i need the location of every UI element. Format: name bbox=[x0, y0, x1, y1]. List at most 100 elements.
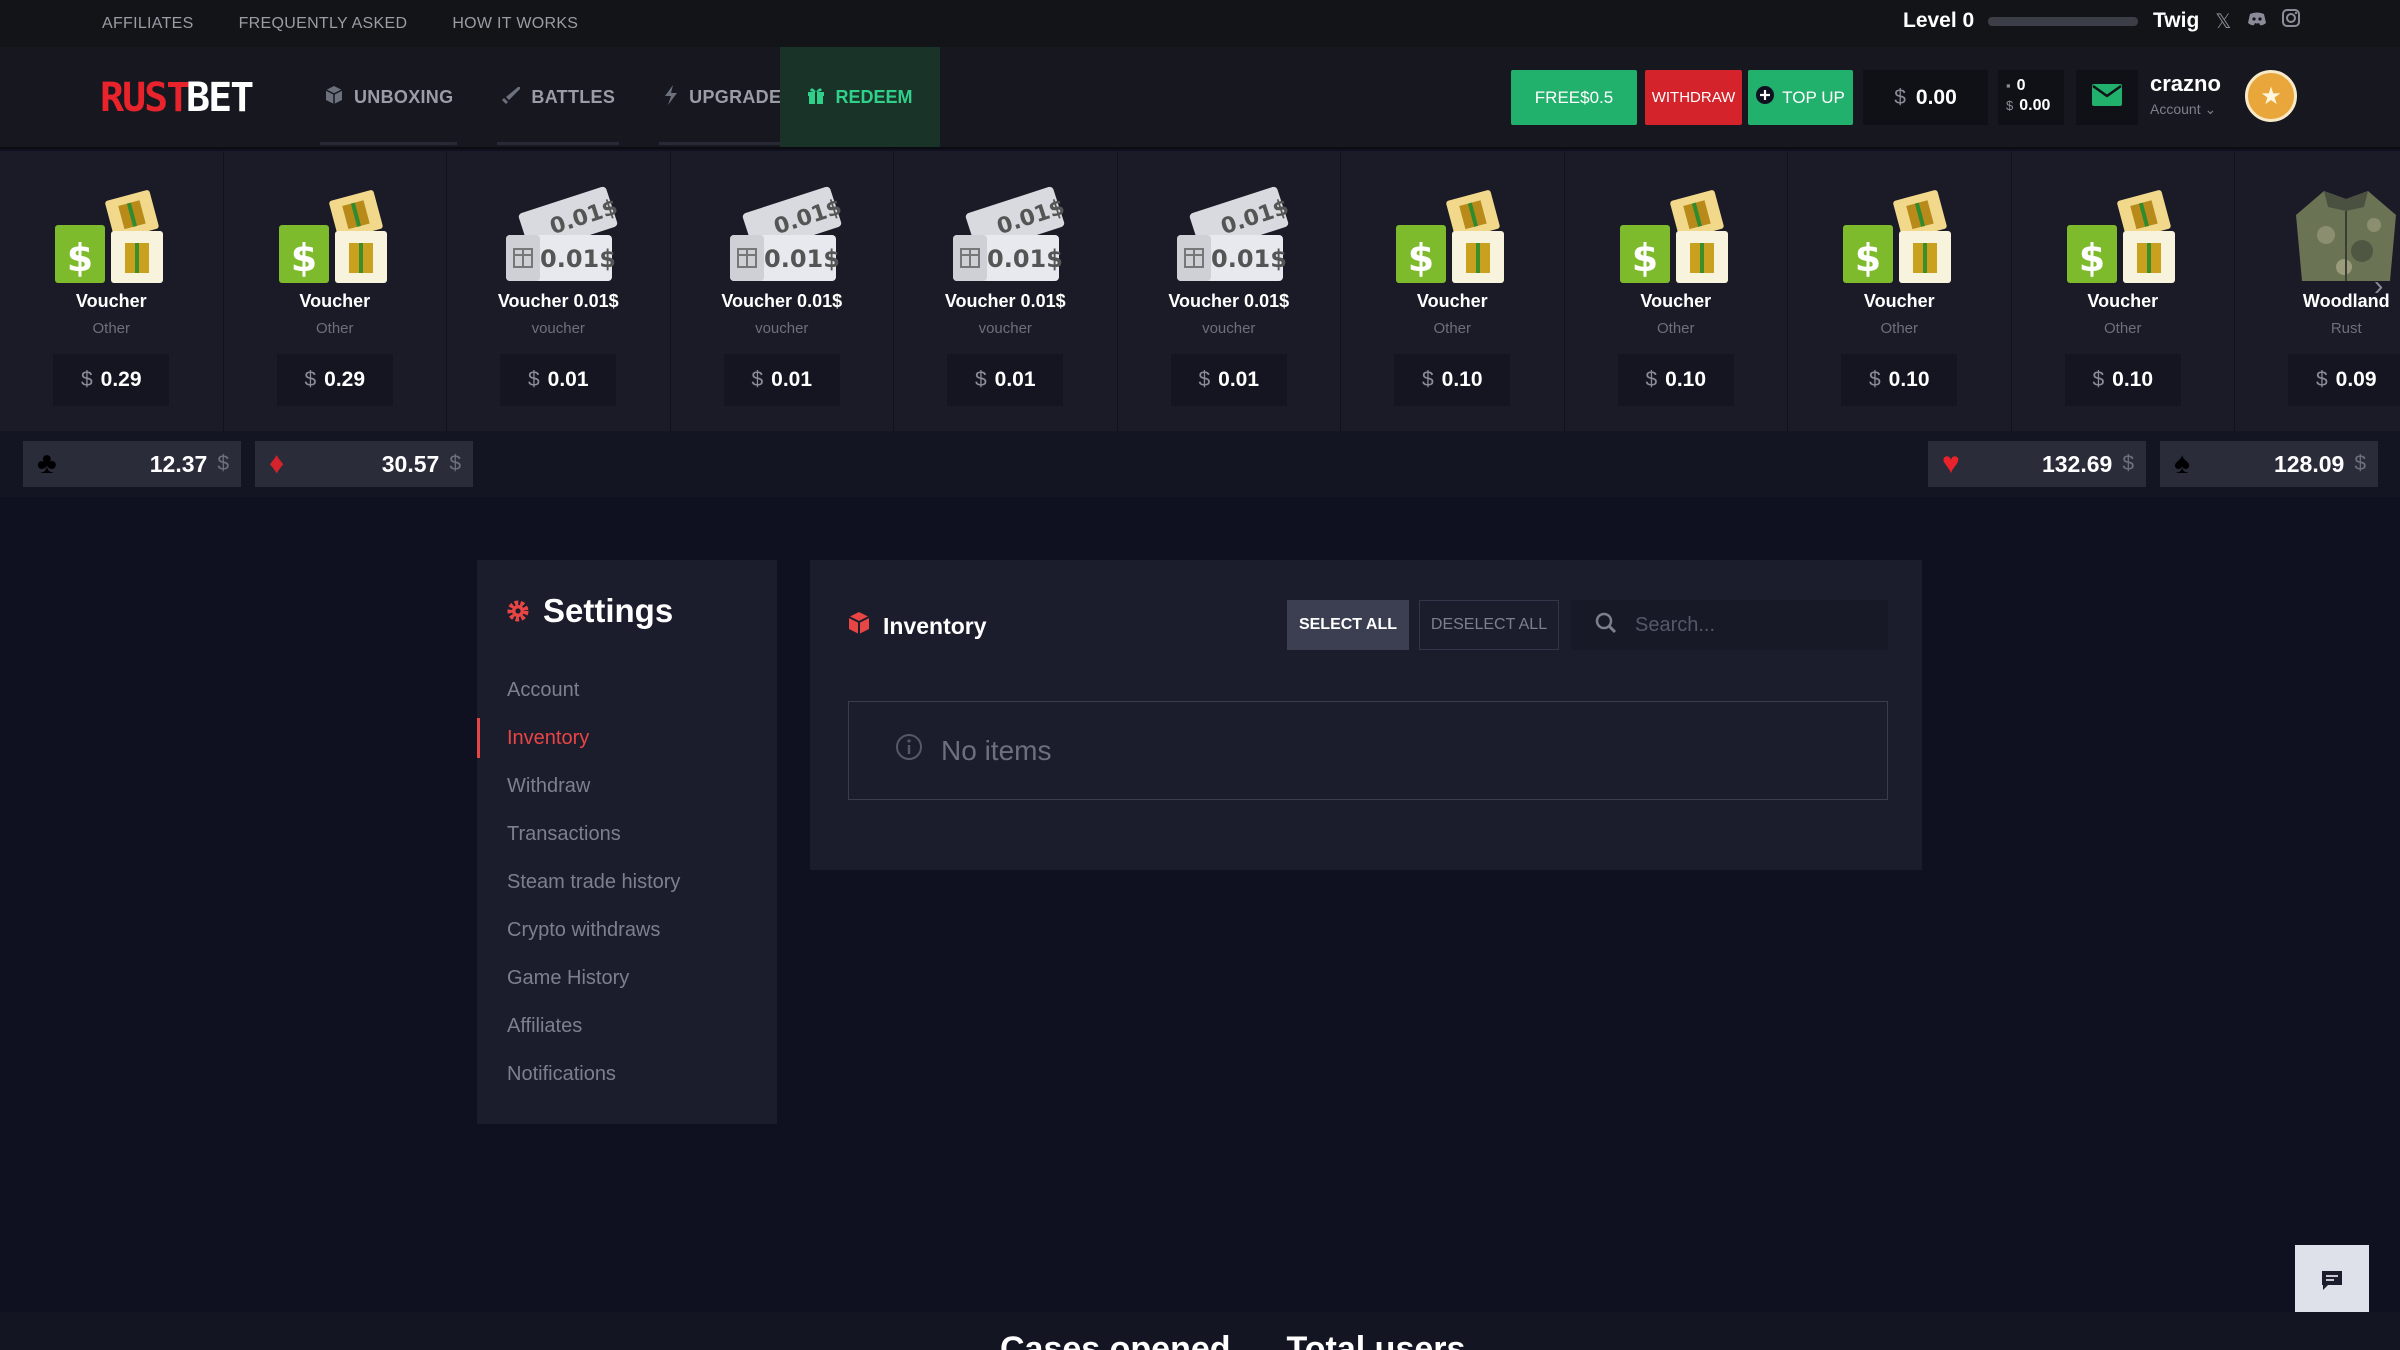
instagram-icon[interactable] bbox=[2281, 8, 2301, 34]
svg-text:$: $ bbox=[1855, 236, 1881, 280]
menu-item-crypto-withdraws[interactable]: Crypto withdraws bbox=[477, 906, 777, 954]
drop-card[interactable]: 0.01$ 0.01$ Voucher 0.01$ voucher $0.01 bbox=[1117, 151, 1341, 431]
dollar-icon: $ bbox=[2006, 98, 2014, 113]
svg-text:0.01$: 0.01$ bbox=[540, 245, 616, 273]
withdraw-button[interactable]: WITHDRAW bbox=[1645, 70, 1742, 125]
level-label: Level 0 bbox=[1903, 9, 1975, 32]
top-strip: AFFILIATES FREQUENTLY ASKED HOW IT WORKS… bbox=[0, 0, 2400, 47]
chat-button[interactable] bbox=[2295, 1245, 2369, 1319]
drop-card[interactable]: 0.01$ 0.01$ Voucher 0.01$ voucher $0.01 bbox=[670, 151, 894, 431]
faq-link[interactable]: FREQUENTLY ASKED bbox=[239, 15, 408, 33]
svg-text:0.01$: 0.01$ bbox=[764, 245, 840, 273]
drop-price-currency: $ bbox=[1421, 368, 1434, 391]
how-it-works-link[interactable]: HOW IT WORKS bbox=[452, 15, 578, 33]
suit-currency: $ bbox=[217, 452, 229, 475]
drop-price-currency: $ bbox=[1645, 368, 1658, 391]
menu-item-affiliates[interactable]: Affiliates bbox=[477, 1002, 777, 1050]
drop-name: Voucher bbox=[1863, 291, 1935, 311]
balance-currency: $ bbox=[1894, 85, 1906, 109]
diamond-icon: ♦ bbox=[269, 447, 285, 480]
nav-upgrade[interactable]: UPGRADE bbox=[659, 47, 786, 147]
spade-icon: ♠ bbox=[2174, 447, 2190, 480]
drop-price-currency: $ bbox=[751, 368, 764, 391]
drop-card[interactable]: $ Voucher Other $0.10 bbox=[1788, 151, 2012, 431]
drop-card[interactable]: $ Voucher Other $0.10 bbox=[2011, 151, 2235, 431]
suit-currency: $ bbox=[2122, 452, 2134, 475]
suit-currency: $ bbox=[449, 452, 461, 475]
nav-redeem[interactable]: REDEEM bbox=[780, 47, 940, 147]
nav-battles[interactable]: BATTLES bbox=[497, 47, 619, 147]
nav-unboxing[interactable]: UNBOXING bbox=[320, 47, 458, 147]
drop-price: $0.29 bbox=[276, 354, 393, 406]
menu-item-transactions[interactable]: Transactions bbox=[477, 810, 777, 858]
affiliates-link[interactable]: AFFILIATES bbox=[102, 15, 194, 33]
menu-item-steam-trade-history[interactable]: Steam trade history bbox=[477, 858, 777, 906]
x-icon[interactable]: 𝕏 bbox=[2213, 9, 2233, 34]
main-nav: UNBOXING BATTLES UPGRADE bbox=[320, 47, 825, 147]
drop-card[interactable]: 0.01$ 0.01$ Voucher 0.01$ voucher $0.01 bbox=[447, 151, 671, 431]
chevron-right-icon[interactable]: › bbox=[2374, 270, 2383, 302]
gear-icon bbox=[507, 592, 529, 630]
drop-price-value: 0.01 bbox=[771, 368, 813, 391]
suit-jackpot-row: ♣ 12.37 $ ♦ 30.57 $ ♥ 132.69 $ ♠ 128.09 … bbox=[0, 431, 2400, 497]
drop-price: $0.10 bbox=[2064, 354, 2181, 406]
user-menu[interactable]: crazno Account ⌄ bbox=[2150, 71, 2221, 118]
cube-icon bbox=[847, 611, 871, 641]
svg-text:$: $ bbox=[291, 236, 317, 280]
account-dropdown[interactable]: Account ⌄ bbox=[2150, 101, 2221, 118]
heart-icon: ♥ bbox=[1942, 447, 1960, 480]
drop-type: Other bbox=[1433, 320, 1471, 337]
info-icon bbox=[895, 733, 923, 768]
menu-item-account[interactable]: Account bbox=[477, 666, 777, 714]
ticket-icon: 0.01$ 0.01$ bbox=[1169, 185, 1292, 285]
mini-stats: ▪ 0 $0.00 bbox=[1998, 70, 2064, 125]
settings-panel: Settings Account Inventory Withdraw Tran… bbox=[477, 560, 777, 1124]
drop-price-value: 0.09 bbox=[2335, 368, 2377, 391]
menu-item-withdraw[interactable]: Withdraw bbox=[477, 762, 777, 810]
sword-icon bbox=[501, 85, 521, 110]
svg-text:RUST: RUST bbox=[100, 77, 189, 117]
drop-name: Voucher 0.01$ bbox=[1168, 291, 1290, 311]
menu-item-game-history[interactable]: Game History bbox=[477, 954, 777, 1002]
inventory-title: Inventory bbox=[847, 611, 987, 641]
drop-price: $0.01 bbox=[947, 354, 1064, 406]
discord-icon[interactable] bbox=[2247, 10, 2267, 33]
menu-item-notifications[interactable]: Notifications bbox=[477, 1050, 777, 1098]
cash-gift-icon: $ bbox=[1839, 185, 1959, 285]
drop-name: Voucher bbox=[75, 291, 147, 311]
drop-card[interactable]: $ Voucher Other $0.10 bbox=[1341, 151, 1565, 431]
cases-opened-label: Cases opened bbox=[1000, 1330, 1231, 1350]
mini-count: 0 bbox=[2016, 77, 2026, 94]
cash-gift-icon: $ bbox=[1392, 185, 1512, 285]
total-users-label: Total users bbox=[1286, 1330, 1466, 1350]
drop-price-value: 0.10 bbox=[1888, 368, 1930, 391]
drop-card[interactable]: 0.01$ 0.01$ Voucher 0.01$ voucher $0.01 bbox=[894, 151, 1118, 431]
plus-circle-icon bbox=[1756, 86, 1775, 109]
avatar[interactable]: ★ bbox=[2245, 70, 2297, 122]
rustbet-logo[interactable]: RUST BET bbox=[100, 75, 266, 122]
drop-price-value: 0.10 bbox=[1441, 368, 1483, 391]
free-bonus-button[interactable]: FREE$0.5 bbox=[1511, 70, 1637, 125]
ticket-icon: 0.01$ 0.01$ bbox=[722, 185, 845, 285]
drop-card[interactable]: $ Voucher Other $0.29 bbox=[223, 151, 447, 431]
svg-text:$: $ bbox=[2079, 236, 2105, 280]
menu-item-inventory[interactable]: Inventory bbox=[477, 714, 777, 762]
balance-value: 0.00 bbox=[1915, 85, 1957, 109]
mail-button[interactable] bbox=[2076, 70, 2138, 125]
ticket-icon: 0.01$ 0.01$ bbox=[945, 185, 1068, 285]
drop-card[interactable]: $ Voucher Other $0.10 bbox=[1564, 151, 1788, 431]
drop-price: $0.10 bbox=[1394, 354, 1511, 406]
social-user-label: Twig bbox=[2153, 9, 2200, 32]
suit-diamond: ♦ 30.57 $ bbox=[255, 441, 473, 487]
drop-type: Other bbox=[315, 320, 354, 337]
search-input[interactable] bbox=[1635, 613, 1855, 637]
drop-price: $0.10 bbox=[1617, 354, 1734, 406]
top-up-button[interactable]: TOP UP bbox=[1748, 70, 1853, 125]
ticket-icon: 0.01$ 0.01$ bbox=[498, 185, 621, 285]
drop-card[interactable]: $ Voucher Other $0.29 bbox=[0, 151, 224, 431]
drop-price: $0.01 bbox=[500, 354, 617, 406]
deselect-all-button[interactable]: DESELECT ALL bbox=[1419, 600, 1559, 650]
drop-type: voucher bbox=[978, 320, 1032, 337]
select-all-button[interactable]: SELECT ALL bbox=[1287, 600, 1409, 650]
level-indicator: Level 0 bbox=[1903, 9, 2139, 33]
